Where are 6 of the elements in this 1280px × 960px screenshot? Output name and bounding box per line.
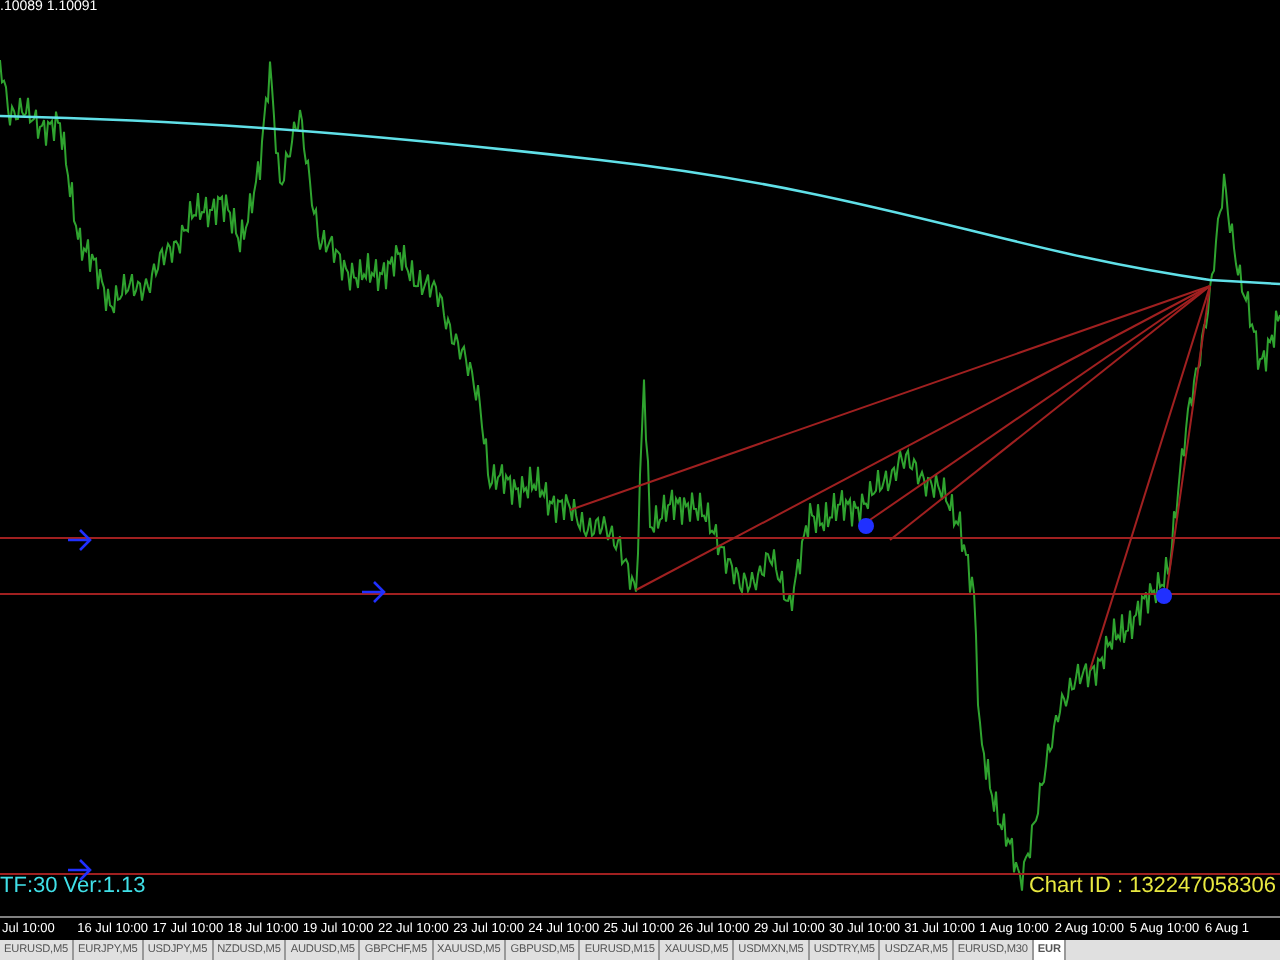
signal-dot xyxy=(858,518,874,534)
chart-id-label: Chart ID : 132247058306 xyxy=(1028,874,1276,898)
arrow-icon xyxy=(66,528,92,552)
arrow-icon xyxy=(360,580,386,604)
signal-dot xyxy=(1156,588,1172,604)
indicator-label: TF:30 Ver:1.13 xyxy=(0,874,146,898)
